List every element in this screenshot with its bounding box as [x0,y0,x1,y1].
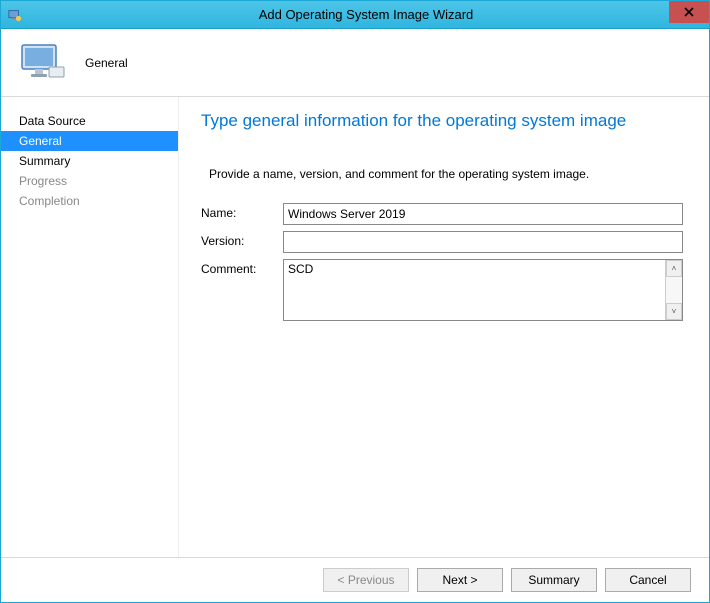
comment-textarea[interactable]: SCD [284,260,665,320]
sidebar-item-completion: Completion [1,191,178,211]
comment-scrollbar[interactable]: ˄ ˅ [665,260,682,320]
header-step-label: General [85,56,128,70]
close-button[interactable] [669,1,709,23]
page-instruction: Provide a name, version, and comment for… [201,167,683,181]
version-input[interactable] [283,231,683,253]
next-button[interactable]: Next > [417,568,503,592]
sidebar-item-general[interactable]: General [1,131,178,151]
name-input[interactable] [283,203,683,225]
monitor-icon [19,39,67,87]
sidebar-item-label: General [19,134,62,148]
scroll-track[interactable] [666,277,682,303]
wizard-main-panel: Type general information for the operati… [179,97,709,557]
titlebar: Add Operating System Image Wizard [1,1,709,29]
version-label: Version: [201,231,283,248]
previous-button: < Previous [323,568,409,592]
scroll-down-icon[interactable]: ˅ [666,303,682,320]
wizard-steps-sidebar: Data Source General Summary Progress Com… [1,97,179,557]
scroll-up-icon[interactable]: ˄ [666,260,682,277]
sidebar-item-progress: Progress [1,171,178,191]
sidebar-item-label: Data Source [19,114,86,128]
app-icon [7,7,23,23]
window-title: Add Operating System Image Wizard [23,7,709,22]
sidebar-item-label: Completion [19,194,80,208]
wizard-footer: < Previous Next > Summary Cancel [1,557,709,601]
summary-button[interactable]: Summary [511,568,597,592]
cancel-button[interactable]: Cancel [605,568,691,592]
sidebar-item-label: Progress [19,174,67,188]
sidebar-item-label: Summary [19,154,70,168]
sidebar-item-summary[interactable]: Summary [1,151,178,171]
sidebar-item-data-source[interactable]: Data Source [1,111,178,131]
wizard-header: General [1,29,709,97]
comment-label: Comment: [201,259,283,276]
page-title: Type general information for the operati… [201,111,683,131]
name-label: Name: [201,203,283,220]
